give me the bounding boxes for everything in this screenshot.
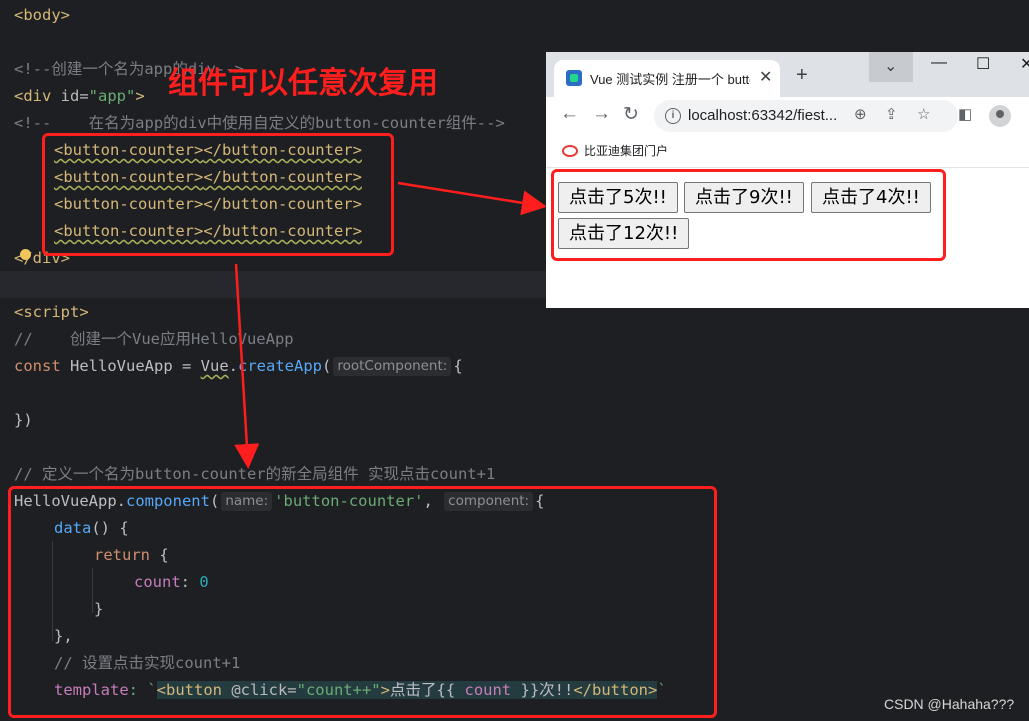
chevron-down-icon: ⌄ — [884, 58, 898, 75]
bookmark-star-icon[interactable]: ☆ — [917, 105, 930, 123]
profile-avatar[interactable] — [989, 105, 1011, 127]
share-icon[interactable]: ⇪ — [885, 105, 898, 123]
webstorm-favicon-icon — [566, 70, 582, 86]
zoom-icon[interactable]: ⊕ — [854, 105, 867, 123]
byd-logo-icon — [562, 145, 578, 157]
address-bar[interactable]: i localhost:63342/fiest... ⊕ ⇪ ☆ — [654, 100, 958, 132]
bookmark-item[interactable]: 比亚迪集团门户 — [584, 142, 668, 159]
arrow-to-browser — [397, 181, 547, 216]
forward-icon[interactable]: → — [592, 103, 611, 125]
browser-toolbar: ← → ↻ i localhost:63342/fiest... ⊕ ⇪ ☆ ◧ — [546, 97, 1029, 135]
annotation-text: 组件可以任意次复用 — [168, 66, 438, 101]
highlight-box-browser-buttons — [551, 169, 946, 261]
watermark: CSDN @Hahaha??? — [884, 696, 1015, 712]
browser-tab[interactable]: Vue 测试实例 注册一个 button ✕ — [554, 60, 780, 97]
info-icon[interactable]: i — [665, 108, 681, 124]
reload-icon[interactable]: ↻ — [623, 103, 639, 126]
tab-title: Vue 测试实例 注册一个 button — [590, 72, 750, 87]
back-icon[interactable]: ← — [560, 103, 579, 125]
bookmarks-bar: 比亚迪集团门户 — [546, 135, 1029, 168]
url-text: localhost:63342/fiest... — [688, 107, 838, 124]
arrow-to-definition — [234, 263, 260, 469]
sidepanel-icon[interactable]: ◧ — [958, 105, 972, 123]
minimize-icon[interactable]: — — [931, 54, 947, 72]
close-tab-icon[interactable]: ✕ — [759, 67, 772, 87]
maximize-icon[interactable]: ☐ — [976, 54, 990, 74]
tab-bar: Vue 测试实例 注册一个 button ✕ + ⌄ — ☐ ✕ — [546, 52, 1029, 97]
new-tab-icon[interactable]: + — [796, 64, 808, 87]
close-window-icon[interactable]: ✕ — [1020, 54, 1029, 74]
tab-search-button[interactable]: ⌄ — [869, 52, 913, 82]
